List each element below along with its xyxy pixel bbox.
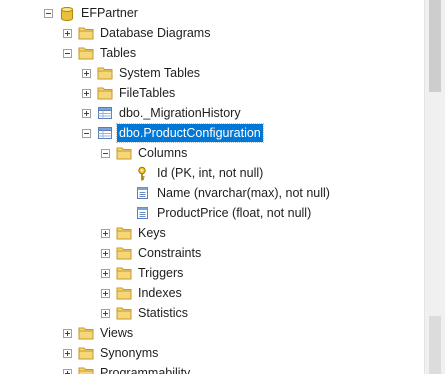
expand-expander-icon[interactable] — [63, 28, 72, 38]
tree-node-label: Constraints — [138, 246, 202, 260]
folder-icon — [97, 86, 113, 100]
expand-expander-icon[interactable] — [101, 308, 110, 318]
tree-node-label: System Tables — [119, 66, 201, 80]
tree-node-statistics[interactable]: Statistics — [101, 303, 190, 323]
folder-icon — [78, 326, 94, 340]
tree-node-label: Columns — [138, 146, 188, 160]
folder-icon — [116, 246, 132, 260]
tree-node-label: Triggers — [138, 266, 184, 280]
collapse-expander-icon[interactable] — [63, 48, 72, 58]
expand-expander-icon[interactable] — [101, 288, 110, 298]
tree-node-label: dbo._MigrationHistory — [119, 106, 241, 120]
tree-node-system-tables[interactable]: System Tables — [82, 63, 202, 83]
expand-expander-icon[interactable] — [82, 108, 91, 118]
expand-expander-icon[interactable] — [82, 68, 91, 78]
tree-node-efpartner[interactable]: EFPartner — [44, 3, 140, 23]
collapse-expander-icon[interactable] — [82, 128, 91, 138]
table-icon — [97, 126, 113, 140]
tree-node-migration-history[interactable]: dbo._MigrationHistory — [82, 103, 243, 123]
scrollbar-thumb[interactable] — [429, 0, 441, 92]
object-explorer-tree[interactable]: EFPartner Database Diagrams Tables Syste… — [0, 0, 424, 374]
tree-node-label: EFPartner — [81, 6, 138, 20]
scrollbar-track-segment[interactable] — [429, 316, 441, 374]
tree-node-label: dbo.ProductConfiguration — [116, 123, 264, 143]
tree-node-indexes[interactable]: Indexes — [101, 283, 184, 303]
tree-node-column-productprice[interactable]: ProductPrice (float, not null) — [135, 203, 313, 223]
primary-key-icon — [135, 166, 151, 181]
folder-icon — [78, 46, 94, 60]
tree-node-keys[interactable]: Keys — [101, 223, 168, 243]
tree-node-columns[interactable]: Columns — [101, 143, 189, 163]
tree-node-label: Name (nvarchar(max), not null) — [157, 186, 330, 200]
tree-node-triggers[interactable]: Triggers — [101, 263, 185, 283]
collapse-expander-icon[interactable] — [101, 148, 110, 158]
expand-expander-icon[interactable] — [63, 328, 72, 338]
tree-node-label: Database Diagrams — [100, 26, 211, 40]
tree-node-column-name[interactable]: Name (nvarchar(max), not null) — [135, 183, 332, 203]
folder-icon — [116, 226, 132, 240]
column-icon — [135, 206, 151, 220]
folder-icon — [78, 346, 94, 360]
tree-node-column-id[interactable]: Id (PK, int, not null) — [135, 163, 265, 183]
expand-expander-icon[interactable] — [63, 368, 72, 374]
column-icon — [135, 186, 151, 200]
tree-node-label: Synonyms — [100, 346, 159, 360]
tree-node-views[interactable]: Views — [63, 323, 135, 343]
expand-expander-icon[interactable] — [101, 268, 110, 278]
tree-node-product-configuration[interactable]: dbo.ProductConfiguration — [82, 123, 264, 143]
folder-icon — [116, 146, 132, 160]
tree-node-label: Tables — [100, 46, 137, 60]
vertical-scrollbar[interactable] — [424, 0, 445, 374]
tree-node-database-diagrams[interactable]: Database Diagrams — [63, 23, 212, 43]
tree-node-label: Statistics — [138, 306, 189, 320]
tree-node-label: FileTables — [119, 86, 176, 100]
folder-icon — [116, 306, 132, 320]
folder-icon — [97, 66, 113, 80]
tree-node-programmability[interactable]: Programmability — [63, 363, 192, 374]
expand-expander-icon[interactable] — [101, 228, 110, 238]
table-icon — [97, 106, 113, 120]
folder-icon — [78, 366, 94, 374]
folder-icon — [116, 266, 132, 280]
folder-icon — [78, 26, 94, 40]
tree-node-label: Id (PK, int, not null) — [157, 166, 264, 180]
folder-icon — [116, 286, 132, 300]
tree-node-filetables[interactable]: FileTables — [82, 83, 177, 103]
expand-expander-icon[interactable] — [63, 348, 72, 358]
tree-node-constraints[interactable]: Constraints — [101, 243, 203, 263]
database-icon — [59, 6, 75, 21]
expand-expander-icon[interactable] — [82, 88, 91, 98]
tree-node-label: Programmability — [100, 366, 191, 374]
tree-node-synonyms[interactable]: Synonyms — [63, 343, 160, 363]
collapse-expander-icon[interactable] — [44, 8, 53, 18]
tree-node-tables[interactable]: Tables — [63, 43, 138, 63]
tree-node-label: Indexes — [138, 286, 182, 300]
tree-node-label: ProductPrice (float, not null) — [157, 206, 312, 220]
tree-node-label: Keys — [138, 226, 166, 240]
tree-node-label: Views — [100, 326, 134, 340]
expand-expander-icon[interactable] — [101, 248, 110, 258]
